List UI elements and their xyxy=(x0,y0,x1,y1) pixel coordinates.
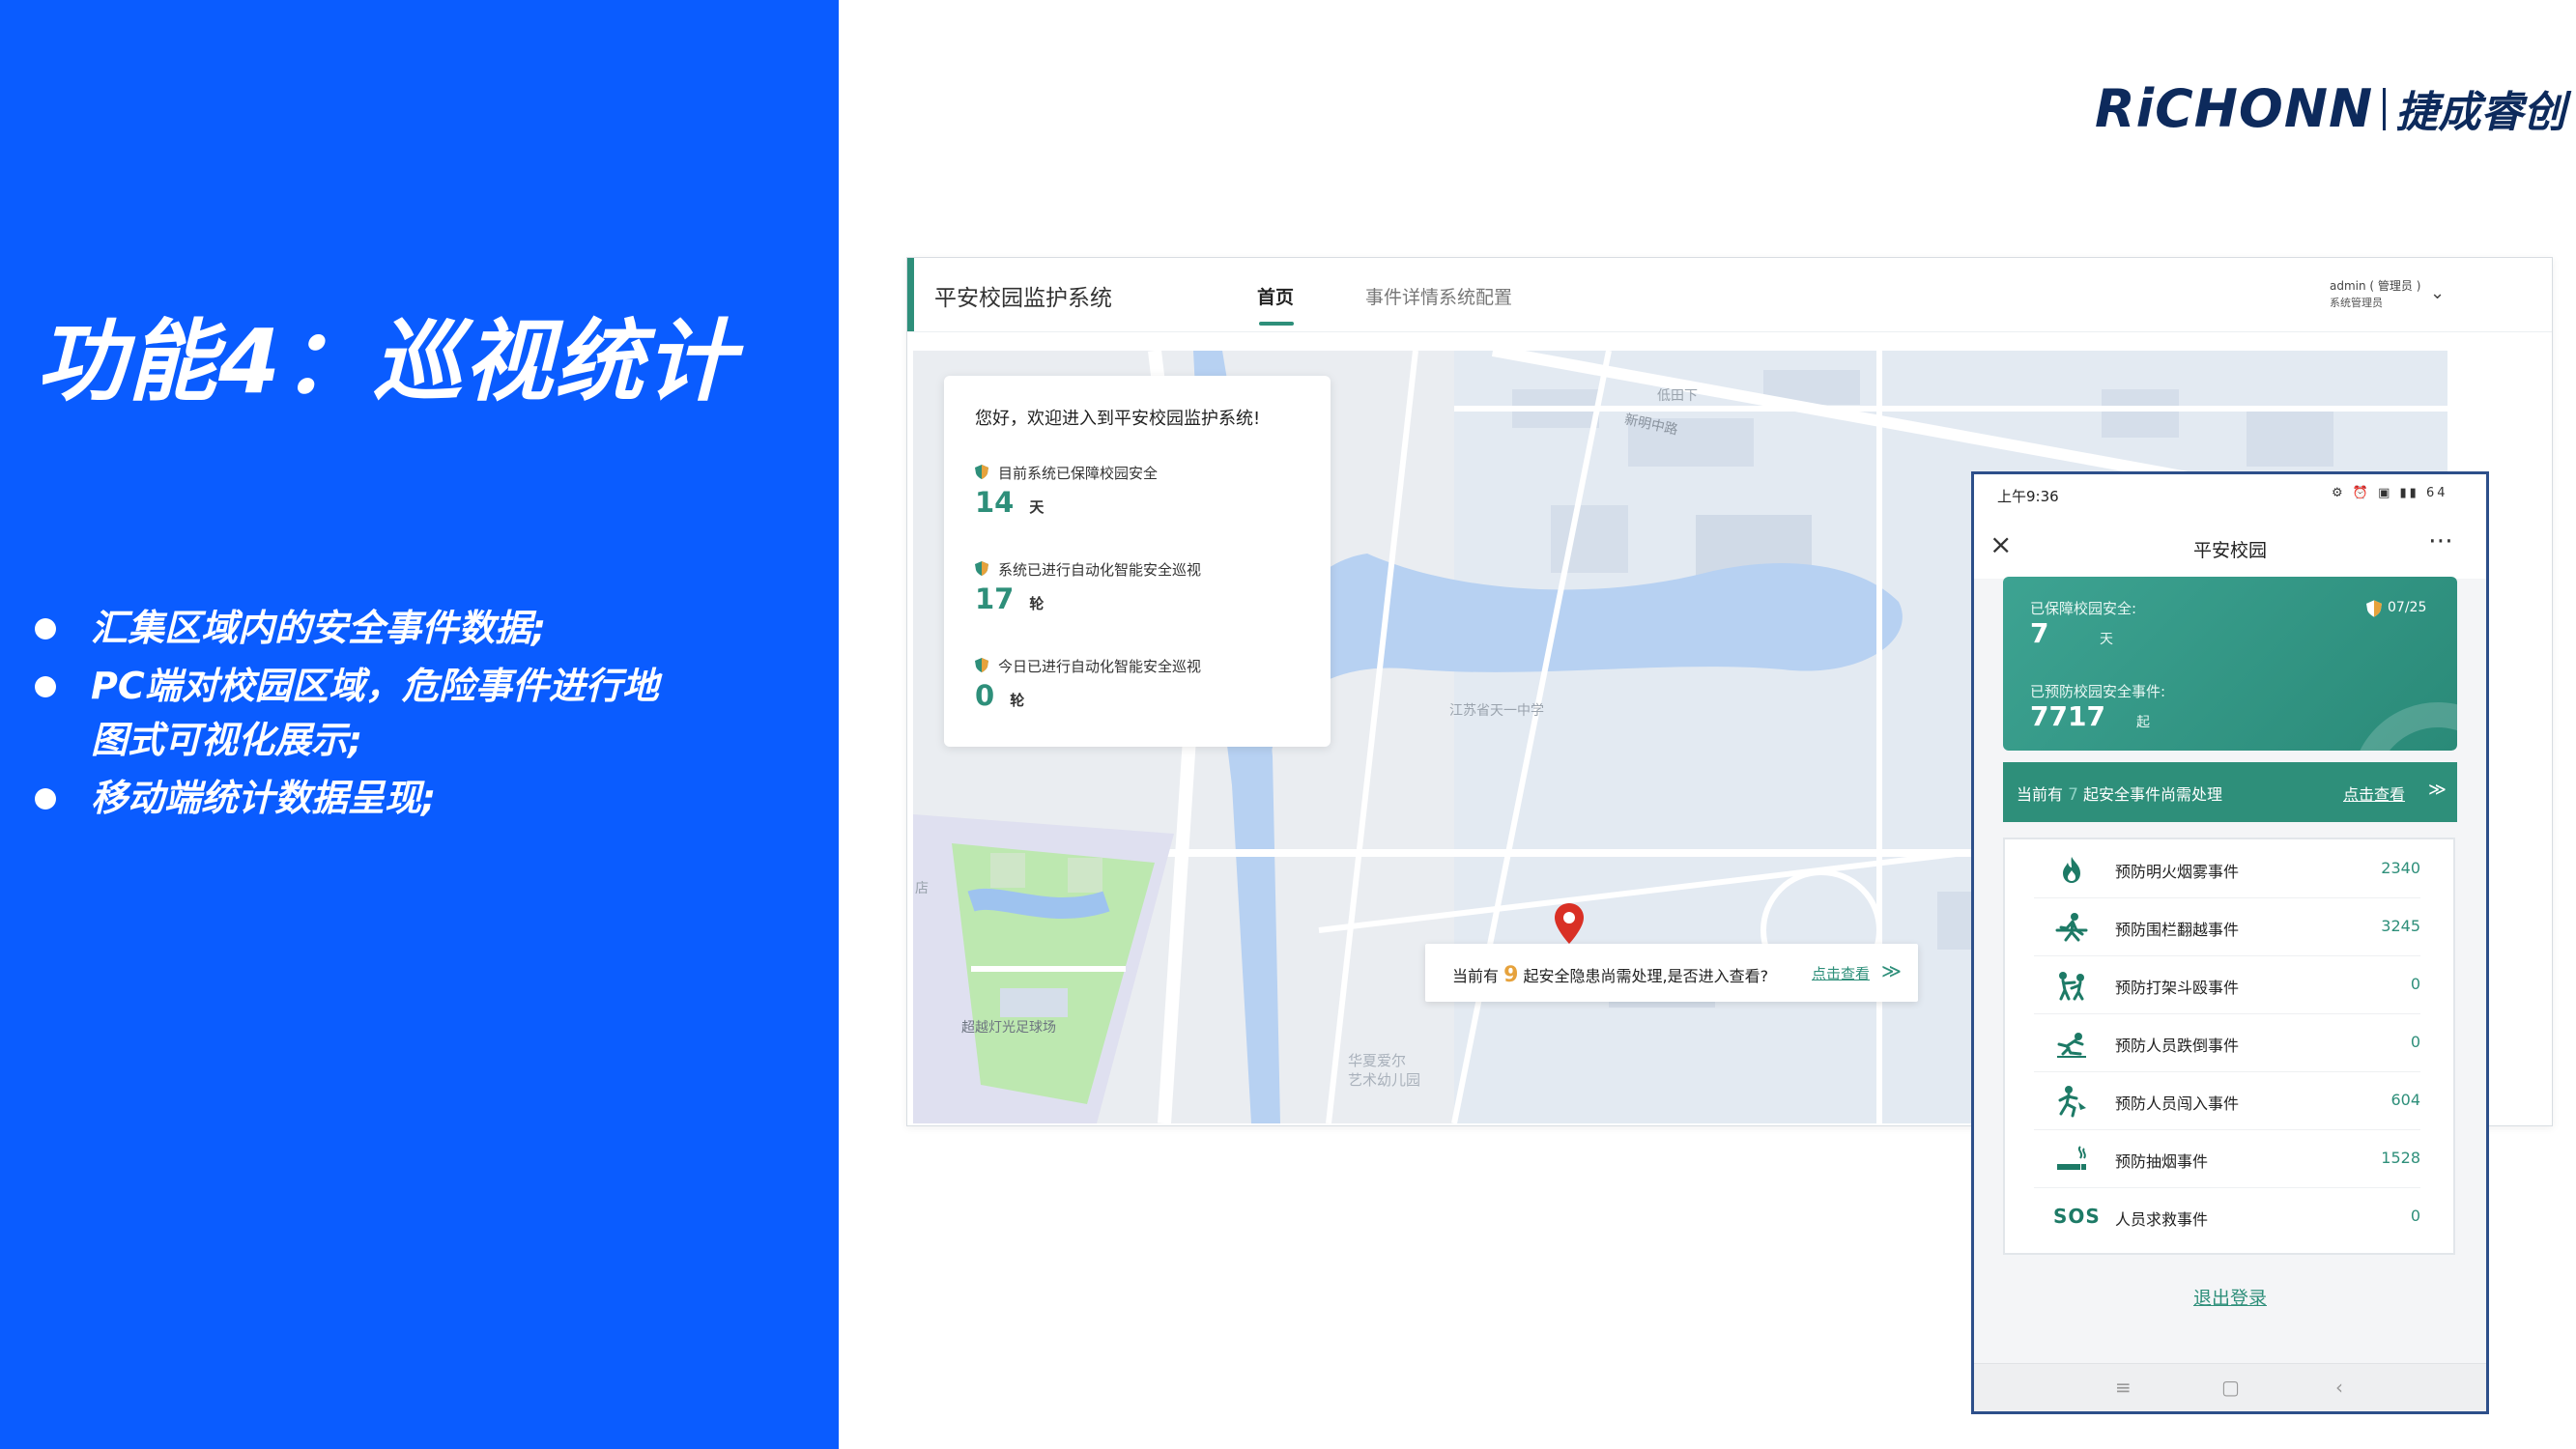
bullet-dot-icon xyxy=(35,788,56,810)
stat-label: 系统已进行自动化智能安全巡视 xyxy=(998,561,1202,579)
pc-header: 平安校园监护系统 首页 事件详情 系统配置 admin ( 管理员 ) 系统管理… xyxy=(907,258,2552,332)
bullet-item: 移动端统计数据呈现; xyxy=(35,771,808,825)
shield-icon xyxy=(975,465,988,479)
double-chevron-right-icon[interactable]: ≫ xyxy=(1881,959,1902,982)
event-stats-list: 预防明火烟雾事件 2340 预防围栏翻越事件 3245 预防打架斗殴事件 0 预… xyxy=(2003,838,2455,1255)
stat-value: 14 天 xyxy=(975,486,1045,519)
slide-title: 功能4：巡视统计 xyxy=(37,310,737,413)
stat-label: 今日已进行自动化智能安全巡视 xyxy=(998,658,1202,675)
sos-icon: SOS xyxy=(2053,1205,2101,1228)
tab-home[interactable]: 首页 xyxy=(1257,283,1294,309)
list-item[interactable]: 预防人员闯入事件 604 xyxy=(2034,1071,2420,1130)
safe-days-unit: 天 xyxy=(2100,632,2113,647)
map-label: 超越灯光足球场 xyxy=(961,1020,1056,1036)
map-pin-icon[interactable] xyxy=(1555,903,1584,944)
tab-event-details[interactable]: 事件详情 xyxy=(1365,283,1439,309)
shield-icon xyxy=(2366,600,2382,617)
smoking-icon xyxy=(2057,1146,2086,1170)
feature-bullet-list: 汇集区域内的安全事件数据; PC端对校园区域，危险事件进行地 图式可视化展示; 移… xyxy=(35,601,808,829)
user-role: 系统管理员 xyxy=(2330,297,2383,309)
alert-message: 当前有 9 起安全隐患尚需处理,是否进入查看? xyxy=(1452,963,1769,987)
safety-summary-card: 已保障校园安全: 7 天 07/25 已预防校园安全事件: 7717 起 xyxy=(2003,577,2457,751)
pc-app-title: 平安校园监护系统 xyxy=(934,286,1112,311)
map-label: 华夏爱尔 xyxy=(1348,1052,1407,1069)
more-options-icon[interactable]: ⋯ xyxy=(2428,526,2455,555)
back-icon[interactable]: ‹ xyxy=(2335,1376,2343,1399)
fall-icon xyxy=(2057,1033,2086,1058)
phone-page-title: 平安校园 xyxy=(2192,540,2267,561)
map-label: 低田下 xyxy=(1657,388,1698,404)
view-alert-link[interactable]: 点击查看 xyxy=(1812,963,1870,983)
view-pending-link[interactable]: 点击查看 xyxy=(2343,781,2405,805)
list-item[interactable]: SOS 人员求救事件 0 xyxy=(2034,1187,2420,1245)
list-item[interactable]: 预防围栏翻越事件 3245 xyxy=(2034,897,2420,956)
home-icon[interactable]: ▢ xyxy=(2221,1376,2240,1399)
fire-icon xyxy=(2063,857,2080,883)
shield-icon xyxy=(975,658,988,672)
tab-system-config[interactable]: 系统配置 xyxy=(1439,283,1512,309)
phone-status-bar: 上午9:36 ⚙ ⏰ ▣ ▮▮ 64 xyxy=(1974,474,2486,519)
hazard-alert-banner: 当前有 9 起安全隐患尚需处理,是否进入查看? 点击查看 ≫ xyxy=(1425,944,1918,1002)
list-item[interactable]: 预防人员跌倒事件 0 xyxy=(2034,1013,2420,1072)
stat-value: 17 轮 xyxy=(975,582,1045,615)
tab-active-indicator xyxy=(1259,322,1294,326)
list-item[interactable]: 预防抽烟事件 1528 xyxy=(2034,1129,2420,1188)
list-item[interactable]: 预防打架斗殴事件 0 xyxy=(2034,955,2420,1014)
status-time: 上午9:36 xyxy=(1997,488,2059,505)
list-item[interactable]: 预防明火烟雾事件 2340 xyxy=(2034,839,2420,898)
safe-days-value: 7 xyxy=(2030,617,2049,649)
bullet-dot-icon xyxy=(35,618,56,639)
chevron-down-icon[interactable]: ⌄ xyxy=(2430,283,2445,303)
company-logo: RiCHONN 捷成睿创 xyxy=(2095,78,2566,139)
logout-link[interactable]: 退出登录 xyxy=(1974,1284,2486,1310)
pending-events-bar: 当前有 7 起安全事件尚需处理 点击查看 ≫ xyxy=(2003,762,2457,822)
status-icons: ⚙ ⏰ ▣ ▮▮ 64 xyxy=(2332,486,2448,500)
mobile-app-screen: 上午9:36 ⚙ ⏰ ▣ ▮▮ 64 × 平安校园 ⋯ 已保障校园安全: 7 天… xyxy=(1971,471,2489,1414)
shield-icon xyxy=(975,561,988,576)
android-nav-bar: ≡ ▢ ‹ xyxy=(1974,1363,2486,1411)
intrusion-icon xyxy=(2058,1086,2086,1118)
fight-icon xyxy=(2059,972,2084,1001)
pending-message: 当前有 7 起安全事件尚需处理 xyxy=(2017,785,2223,805)
welcome-card: 您好，欢迎进入到平安校园监护系统! 目前系统已保障校园安全 14 天 系统已进行自… xyxy=(944,376,1331,747)
map-label: 艺术幼儿园 xyxy=(1348,1071,1421,1089)
prevented-events-value: 7717 xyxy=(2030,700,2105,732)
map-label: 店 xyxy=(915,881,929,896)
prevented-events-unit: 起 xyxy=(2136,715,2150,730)
bullet-item: PC端对校园区域，危险事件进行地 图式可视化展示; xyxy=(35,659,808,767)
climb-icon xyxy=(2055,913,2088,942)
bullet-item: 汇集区域内的安全事件数据; xyxy=(35,601,808,655)
menu-icon[interactable]: ≡ xyxy=(2115,1376,2132,1399)
phone-top-bar: × 平安校园 ⋯ xyxy=(1974,519,2486,579)
stat-label: 目前系统已保障校园安全 xyxy=(998,465,1159,482)
map-label: 江苏省天一中学 xyxy=(1449,703,1544,719)
user-name[interactable]: admin ( 管理员 ) xyxy=(2330,277,2420,294)
summary-date: 07/25 xyxy=(2388,600,2427,615)
stat-value: 0轮 xyxy=(975,679,1025,712)
welcome-greeting: 您好，欢迎进入到平安校园监护系统! xyxy=(975,409,1261,429)
safe-days-label: 已保障校园安全: xyxy=(2030,600,2137,617)
bullet-dot-icon xyxy=(35,676,56,697)
prevented-events-label: 已预防校园安全事件: xyxy=(2030,683,2166,700)
double-chevron-right-icon[interactable]: ≫ xyxy=(2428,780,2447,800)
